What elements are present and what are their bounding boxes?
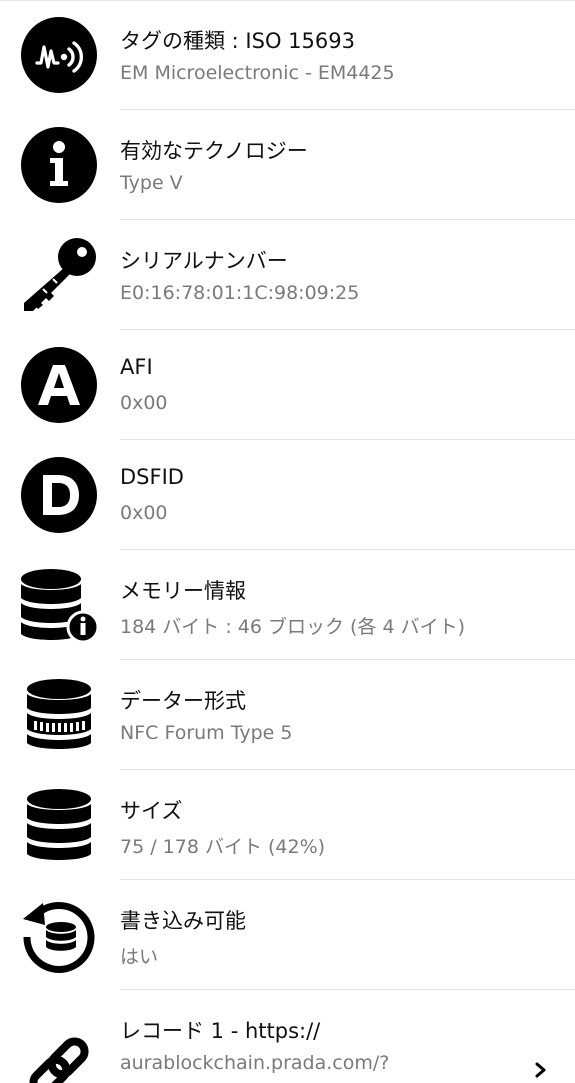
row-title: データー形式 — [120, 689, 246, 713]
row-title: レコード 1 - https:// — [120, 1019, 321, 1043]
database-icon — [21, 787, 97, 863]
row-value: E0:16:78:01:1C:98:09:25 — [120, 282, 360, 304]
info-row-dsfid: DSFID 0x00 — [0, 440, 575, 550]
database-format-icon — [21, 677, 97, 753]
database-refresh-icon — [21, 897, 97, 973]
row-title: 書き込み可能 — [120, 909, 246, 933]
info-icon — [21, 127, 97, 203]
row-title: シリアルナンバー — [120, 249, 288, 273]
info-row-technology: 有効なテクノロジー Type V — [0, 110, 575, 220]
row-value: NFC Forum Type 5 — [120, 722, 293, 744]
info-row-size: サイズ 75 / 178 バイト (42%) — [0, 770, 575, 880]
nfc-tag-icon — [21, 17, 97, 93]
row-value: 75 / 178 バイト (42%) — [120, 836, 326, 858]
row-title: AFI — [120, 355, 153, 379]
row-title: 有効なテクノロジー — [120, 139, 308, 163]
key-icon — [21, 237, 97, 313]
row-value: Type V — [120, 172, 183, 194]
row-value: 0x00 — [120, 502, 168, 524]
row-title: タグの種類 : ISO 15693 — [120, 29, 355, 53]
row-value: 0x00 — [120, 392, 168, 414]
row-title: サイズ — [120, 799, 183, 823]
row-value: はい — [120, 946, 159, 968]
row-value: EM Microelectronic - EM4425 — [120, 62, 395, 84]
info-row-tag-type: タグの種類 : ISO 15693 EM Microelectronic - E… — [0, 0, 575, 110]
letter-d-icon — [21, 457, 97, 533]
info-row-memory: メモリー情報 184 バイト : 46 ブロック (各 4 バイト) — [0, 550, 575, 660]
database-info-icon — [21, 567, 97, 643]
info-row-afi: AFI 0x00 — [0, 330, 575, 440]
info-row-data-format: データー形式 NFC Forum Type 5 — [0, 660, 575, 770]
link-icon — [21, 1007, 97, 1083]
letter-a-icon — [21, 347, 97, 423]
info-row-writable: 書き込み可能 はい — [0, 880, 575, 990]
row-title: DSFID — [120, 465, 184, 489]
row-value: aurablockchain.prada.com/? — [120, 1052, 390, 1074]
chevron-right-icon[interactable] — [534, 1062, 548, 1078]
info-row-serial-number: シリアルナンバー E0:16:78:01:1C:98:09:25 — [0, 220, 575, 330]
row-value: 184 バイト : 46 ブロック (各 4 バイト) — [120, 616, 466, 638]
row-title: メモリー情報 — [120, 579, 246, 603]
record-row-1[interactable]: レコード 1 - https:// aurablockchain.prada.c… — [0, 990, 575, 1083]
